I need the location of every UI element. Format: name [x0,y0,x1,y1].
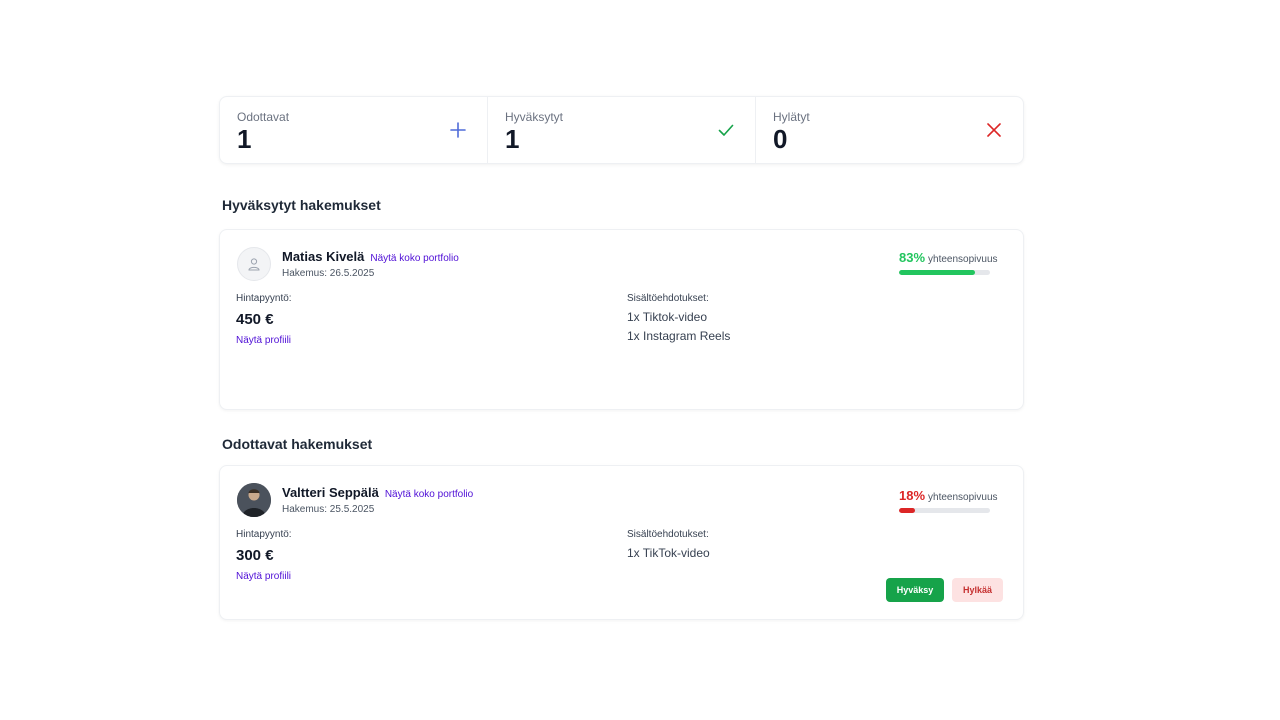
stat-approved: Hyväksytyt 1 [487,97,755,163]
application-date: Hakemus: 25.5.2025 [282,504,375,515]
content-label: Sisältöehdotukset: [627,293,709,304]
compatibility-label: yhteensopivuus [928,254,998,265]
profile-link[interactable]: Näytä profiili [236,335,292,346]
content-section: Sisältöehdotukset: 1x TikTok-video [627,529,710,560]
compatibility-label: yhteensopivuus [928,492,998,503]
content-item: 1x TikTok-video [627,546,710,560]
user-icon [248,258,260,271]
portfolio-link[interactable]: Näytä koko portfolio [385,489,473,500]
compatibility-bar [899,508,990,513]
avatar [237,483,271,517]
stat-rejected: Hylätyt 0 [755,97,1023,163]
stat-pending: Odottavat 1 [220,97,487,163]
stat-label: Odottavat [237,110,290,124]
price-section: Hintapyyntö: 450 € Näytä profiili [236,293,292,346]
applications-page: Odottavat 1 Hyväksytyt 1 Hylätyt 0 Hyväk… [219,96,1024,620]
compatibility: 18% yhteensopivuus [899,488,1007,513]
profile-photo-icon [237,483,271,517]
price-value: 300 € [236,547,274,564]
approved-application-card: Matias Kivelä Näytä koko portfolio Hakem… [219,229,1024,410]
profile-link[interactable]: Näytä profiili [236,571,292,582]
price-label: Hintapyyntö: [236,293,292,304]
reject-button[interactable]: Hylkää [952,578,1003,602]
stat-label: Hyväksytyt [505,110,564,124]
pending-application-card: Valtteri Seppälä Näytä koko portfolio Ha… [219,465,1024,620]
content-item: 1x Instagram Reels [627,329,731,343]
compatibility-percent: 18% [899,488,926,503]
portfolio-link[interactable]: Näytä koko portfolio [370,253,458,264]
price-section: Hintapyyntö: 300 € Näytä profiili [236,529,292,582]
content-section: Sisältöehdotukset: 1x Tiktok-video 1x In… [627,293,730,343]
approve-button[interactable]: Hyväksy [886,578,944,602]
stat-value: 0 [773,124,788,154]
stats-row: Odottavat 1 Hyväksytyt 1 Hylätyt 0 [219,96,1024,164]
content-item: 1x Tiktok-video [627,310,708,324]
name-row: Matias Kivelä Näytä koko portfolio [282,249,459,264]
compatibility-bar-fill [899,508,916,513]
stat-label: Hylätyt [773,110,810,124]
price-value: 450 € [236,311,274,328]
action-buttons: Hyväksy Hylkää [886,578,1003,602]
price-label: Hintapyyntö: [236,529,292,540]
plus-icon [450,122,466,138]
check-icon [718,124,734,136]
application-date: Hakemus: 26.5.2025 [282,268,375,279]
compatibility-bar-fill [899,270,975,275]
compatibility: 83% yhteensopivuus [899,250,1007,275]
avatar [237,247,271,281]
compatibility-percent: 83% [899,250,926,265]
applicant-name: Matias Kivelä [282,249,365,264]
compatibility-bar [899,270,990,275]
x-icon [987,123,1001,137]
approved-heading: Hyväksytyt hakemukset [222,197,381,213]
stat-value: 1 [237,124,252,154]
content-label: Sisältöehdotukset: [627,529,709,540]
applicant-name: Valtteri Seppälä [282,485,379,500]
name-row: Valtteri Seppälä Näytä koko portfolio [282,485,473,500]
pending-heading: Odottavat hakemukset [222,436,373,452]
stat-value: 1 [505,124,520,154]
